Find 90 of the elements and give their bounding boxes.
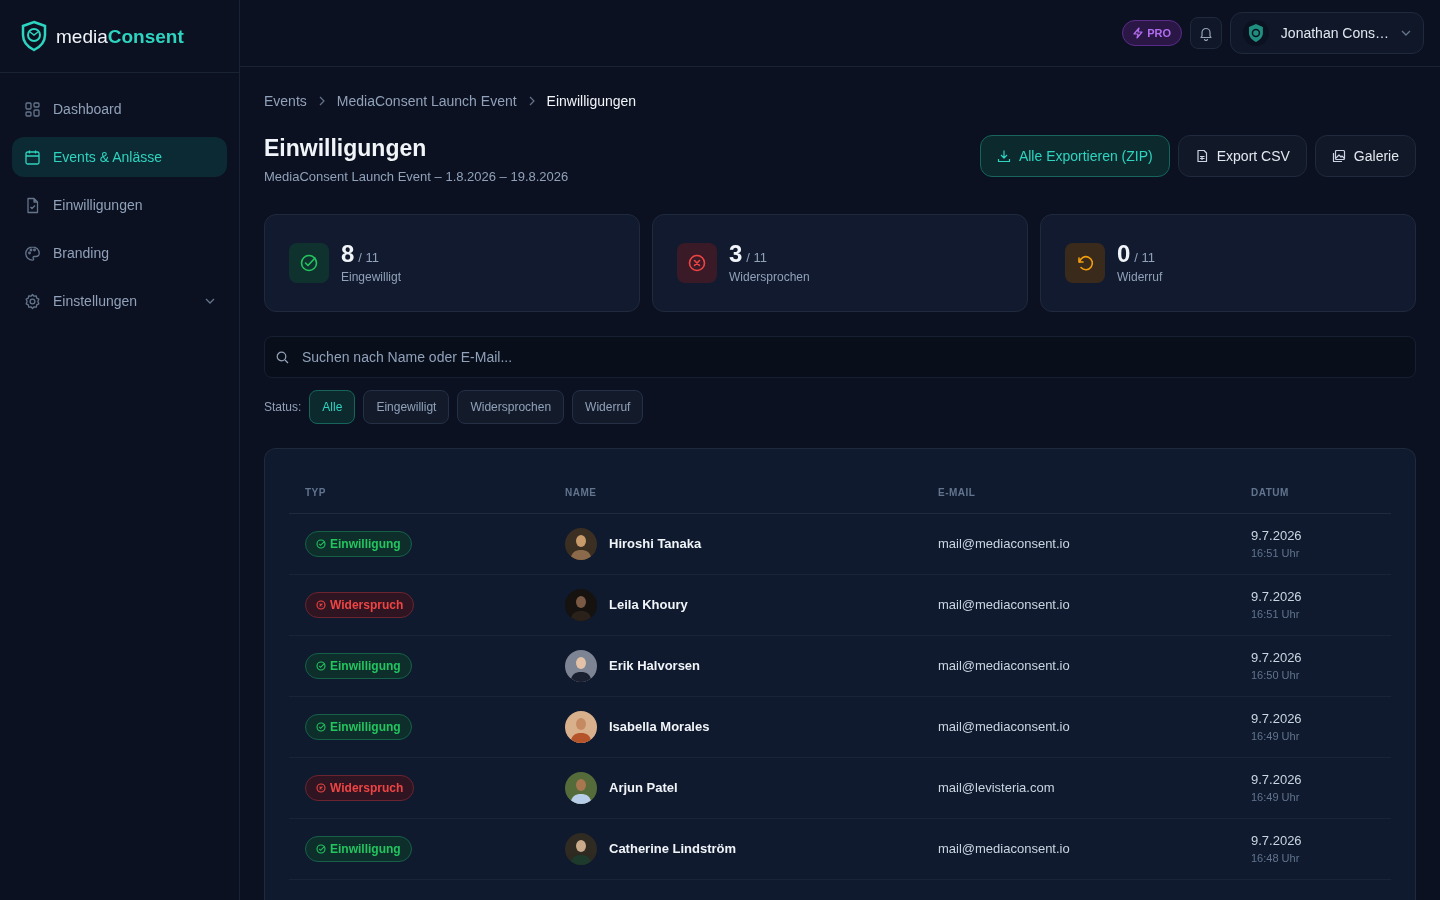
bell-icon <box>1199 25 1213 41</box>
stat-label: Widerruf <box>1117 268 1163 286</box>
logo-text: mediaConsent <box>56 26 184 46</box>
person-name: Leila Khoury <box>609 595 688 614</box>
stat-total: / 11 <box>1134 248 1156 267</box>
pro-badge: PRO <box>1122 20 1182 46</box>
check-circle-icon <box>299 252 319 273</box>
time-text: 16:50 Uhr <box>1251 668 1301 683</box>
breadcrumb-link[interactable]: MediaConsent Launch Event <box>336 90 517 112</box>
stat-total: / 11 <box>746 248 768 267</box>
filter-chip[interactable]: Widersprochen <box>457 389 565 424</box>
person-name: Catherine Lindström <box>609 839 737 858</box>
page-subtitle: MediaConsent Launch Event – 1.8.2026 – 19.8.2026 <box>264 168 569 186</box>
x-circle-icon <box>687 252 707 273</box>
time-text: 16:49 Uhr <box>1251 790 1301 805</box>
sidebar-item[interactable]: Dashboard <box>12 89 227 129</box>
person-name: Erik Halvorsen <box>609 656 701 675</box>
gallery-icon <box>1331 149 1346 163</box>
breadcrumb-link[interactable]: Events <box>264 90 307 112</box>
chevron-right-icon <box>528 96 535 106</box>
action-button[interactable]: Alle Exportieren (ZIP) <box>979 135 1170 177</box>
date-text: 9.7.2026 <box>1251 587 1303 606</box>
date-text: 9.7.2026 <box>1251 770 1303 789</box>
stat-value: 3 <box>729 239 743 268</box>
column-header: DATUM <box>1250 486 1289 500</box>
person-name: Isabella Morales <box>609 717 710 736</box>
date-text: 9.7.2026 <box>1251 831 1303 850</box>
action-button[interactable]: Galerie <box>1314 135 1416 177</box>
email-cell-text: mail@mediaconsent.io <box>937 656 1070 675</box>
sidebar-item[interactable]: Einstellungen <box>12 281 227 321</box>
avatar-icon <box>1243 20 1269 46</box>
date-text: 9.7.2026 <box>1251 526 1303 545</box>
filter-chip[interactable]: Widerruf <box>572 389 644 424</box>
email-cell-text: mail@mediaconsent.io <box>937 534 1070 553</box>
stat-label: Eingewilligt <box>341 268 402 286</box>
type-badge: Einwilligung <box>305 835 412 862</box>
time-text: 16:51 Uhr <box>1251 546 1301 561</box>
filter-chip[interactable]: Alle <box>309 389 356 424</box>
email-cell-text: mail@levisteria.com <box>937 778 1055 797</box>
chevron-down-icon <box>1401 30 1411 36</box>
calendar-icon <box>24 148 41 166</box>
column-header: NAME <box>564 486 597 500</box>
search-field[interactable]: Suchen nach Name oder E-Mail... <box>264 335 1416 378</box>
stat-total: / 11 <box>358 248 380 267</box>
dashboard-icon <box>24 100 41 118</box>
stat-value: 0 <box>1117 239 1131 268</box>
time-text: 16:48 Uhr <box>1251 851 1301 866</box>
breadcrumb-link[interactable]: Einwilligungen <box>546 90 637 112</box>
filter-label: Status: <box>264 398 302 416</box>
notifications-button[interactable] <box>1190 17 1222 49</box>
type-badge: Widerspruch <box>305 774 415 801</box>
action-button[interactable]: Export CSV <box>1177 135 1307 177</box>
check-circle-icon <box>316 843 326 854</box>
person-name: Hiroshi Tanaka <box>609 534 702 553</box>
sidebar-item[interactable]: Branding <box>12 233 227 273</box>
x-circle-icon <box>316 782 326 793</box>
stat-value: 8 <box>341 239 355 268</box>
email-cell-text: mail@mediaconsent.io <box>937 595 1070 614</box>
lightning-icon <box>1133 27 1144 39</box>
column-header: E-MAIL <box>937 486 976 500</box>
sidebar-item[interactable]: Einwilligungen <box>12 185 227 225</box>
time-text: 16:49 Uhr <box>1251 729 1301 744</box>
type-badge: Einwilligung <box>305 652 412 679</box>
date-text: 9.7.2026 <box>1251 648 1303 667</box>
page-title: Einwilligungen <box>264 134 428 163</box>
filter-chip[interactable]: Eingewilligt <box>363 389 450 424</box>
download-icon <box>996 149 1011 163</box>
user-menu[interactable]: Jonathan Cons… <box>1230 12 1424 54</box>
palette-icon <box>24 244 41 262</box>
type-badge: Einwilligung <box>305 530 412 557</box>
check-circle-icon <box>316 660 326 671</box>
time-text: 16:51 Uhr <box>1251 607 1301 622</box>
email-cell-text: mail@mediaconsent.io <box>937 839 1070 858</box>
document-icon <box>24 196 41 214</box>
document-icon <box>1194 149 1209 163</box>
type-badge: Einwilligung <box>305 713 412 740</box>
person-name: Arjun Patel <box>609 778 678 797</box>
check-circle-icon <box>316 538 326 549</box>
date-text: 9.7.2026 <box>1251 709 1303 728</box>
x-circle-icon <box>316 599 326 610</box>
type-badge: Widerspruch <box>305 591 415 618</box>
settings-icon <box>24 292 41 310</box>
logo-icon <box>20 20 48 52</box>
search-icon <box>276 350 289 364</box>
email-cell-text: mail@mediaconsent.io <box>937 717 1070 736</box>
stat-label: Widersprochen <box>729 268 810 286</box>
column-header: TYP <box>304 486 326 500</box>
check-circle-icon <box>316 721 326 732</box>
chevron-right-icon <box>318 96 325 106</box>
sidebar-item[interactable]: Events & Anlässe <box>12 137 227 177</box>
